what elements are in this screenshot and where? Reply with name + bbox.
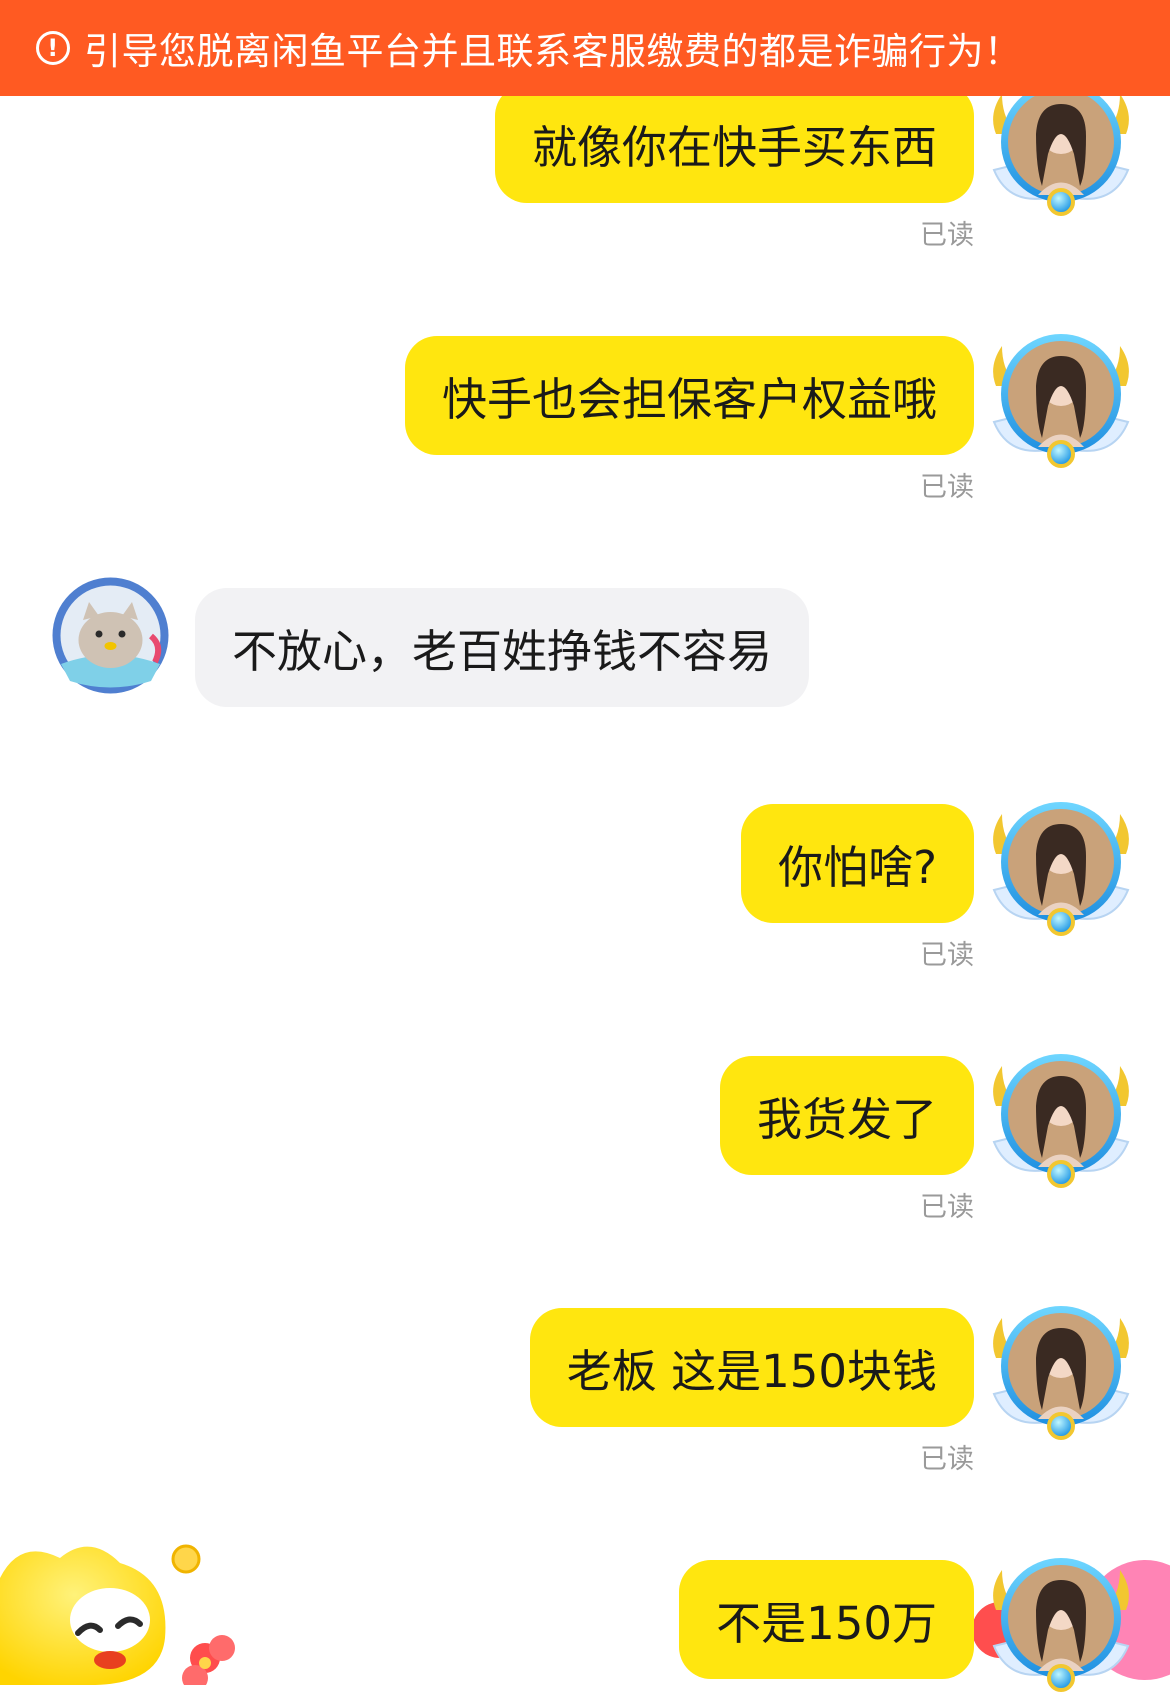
chat-message-row: 我货发了 已读 — [0, 1054, 1170, 1223]
fish-mascot-icon — [0, 1544, 235, 1685]
my-avatar[interactable] — [988, 1550, 1134, 1696]
read-status: 已读 — [920, 220, 974, 251]
my-message-bubble[interactable]: 就像你在快手买东西 — [494, 84, 974, 203]
chat-message-row: 不放心，老百姓挣钱不容易 — [0, 577, 1170, 718]
fraud-warning-banner: ! 引导您脱离闲鱼平台并且联系客服缴费的都是诈骗行为！ — [0, 0, 1170, 96]
my-message-bubble[interactable]: 不是150万 — [679, 1560, 974, 1679]
message-text: 快手也会担保客户权益哦 — [441, 373, 937, 426]
seller-message-bubble[interactable]: 不放心，老百姓挣钱不容易 — [195, 588, 810, 707]
read-status: 已读 — [920, 1444, 974, 1475]
chat-message-row: 快手也会担保客户权益哦 已读 — [0, 334, 1170, 503]
fraud-warning-text: 引导您脱离闲鱼平台并且联系客服缴费的都是诈骗行为！ — [84, 30, 1022, 73]
read-status: 已读 — [920, 1192, 974, 1223]
my-message-bubble[interactable]: 快手也会担保客户权益哦 — [404, 336, 974, 455]
chat-message-row: 就像你在快手买东西 已读 — [0, 82, 1170, 251]
message-text: 不放心，老百姓挣钱不容易 — [232, 625, 773, 678]
read-status: 已读 — [920, 472, 974, 503]
message-text: 你怕啥? — [778, 841, 937, 894]
message-text: 我货发了 — [756, 1093, 937, 1146]
my-message-bubble[interactable]: 你怕啥? — [741, 804, 974, 923]
my-message-bubble[interactable]: 我货发了 — [719, 1056, 974, 1175]
message-text: 不是150万 — [716, 1597, 937, 1650]
message-text: 就像你在快手买东西 — [531, 121, 937, 174]
exclamation-circle-icon: ! — [36, 31, 70, 65]
chat-message-row: 你怕啥? 已读 — [0, 802, 1170, 971]
my-avatar[interactable] — [988, 326, 1134, 472]
read-status: 已读 — [920, 940, 974, 971]
message-text: 老板 这是150块钱 — [566, 1345, 937, 1398]
my-avatar[interactable] — [988, 794, 1134, 940]
my-avatar[interactable] — [988, 1046, 1134, 1192]
my-avatar[interactable] — [988, 1298, 1134, 1444]
seller-avatar[interactable] — [51, 576, 170, 695]
chat-message-row: 老板 这是150块钱 已读 — [0, 1306, 1170, 1475]
my-message-bubble[interactable]: 老板 这是150块钱 — [529, 1308, 974, 1427]
